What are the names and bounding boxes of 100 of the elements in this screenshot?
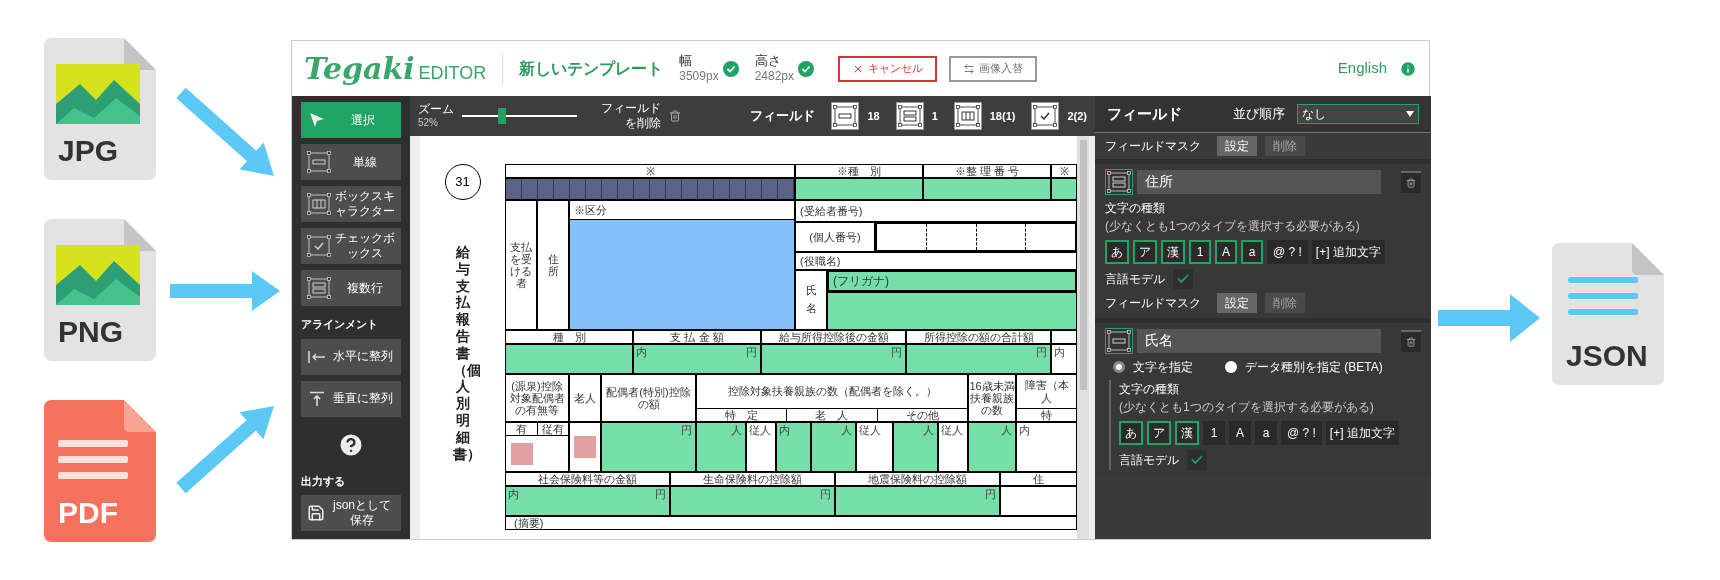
- form-label: 障害（本人: [1023, 378, 1070, 406]
- delete-field-button[interactable]: [1401, 330, 1421, 352]
- trash-icon: [1406, 178, 1416, 188]
- add-chars-button[interactable]: [+] 追加文字: [1311, 240, 1385, 264]
- form-field[interactable]: 人: [696, 422, 746, 472]
- field-label: 言語モデル: [1105, 271, 1165, 288]
- form-field[interactable]: 人: [893, 422, 938, 472]
- remove-mask-button[interactable]: 削除: [1265, 293, 1305, 313]
- set-mask-button[interactable]: 設定: [1217, 293, 1257, 313]
- char-type-toggle[interactable]: ア: [1147, 421, 1171, 445]
- form-field[interactable]: [923, 178, 1051, 200]
- form-field[interactable]: 人: [811, 422, 856, 472]
- form-field[interactable]: 円: [761, 344, 906, 374]
- address-field[interactable]: [570, 219, 794, 329]
- hint-text: (少なくとも1つのタイプを選択する必要がある): [1119, 399, 1374, 416]
- unit-label: 内: [1054, 346, 1065, 359]
- language-model-checkbox[interactable]: [1173, 269, 1193, 289]
- trash-icon: [1406, 337, 1416, 347]
- mode-radio[interactable]: データ種別を指定 (BETA): [1225, 358, 1383, 376]
- dimension-label: 高さ: [754, 52, 782, 70]
- language-model-checkbox[interactable]: [1187, 450, 1207, 470]
- form-label: 社会保険料等の金額: [538, 472, 637, 486]
- delete-field-button[interactable]: [1401, 171, 1421, 193]
- field-name-input[interactable]: 氏名: [1137, 329, 1381, 353]
- multiline-text-icon: [897, 105, 922, 127]
- unit-label: 円: [681, 424, 692, 437]
- char-type-toggle[interactable]: あ: [1105, 240, 1129, 264]
- tool-button[interactable]: ボックスキャラクター: [301, 186, 401, 222]
- zoom-slider[interactable]: [462, 108, 577, 124]
- form-label: 支 払 金 額: [670, 330, 724, 344]
- char-type-toggle[interactable]: 漢: [1175, 421, 1199, 445]
- field-label: フィールドマスク: [1105, 138, 1202, 155]
- form-field[interactable]: 人: [968, 422, 1016, 472]
- form-field[interactable]: [1051, 178, 1077, 200]
- dimension-label: 幅: [679, 52, 694, 70]
- image-file-icon: [44, 219, 156, 361]
- info-icon[interactable]: [1399, 59, 1417, 78]
- trash-icon[interactable]: [669, 110, 681, 122]
- check-circle-icon: [798, 60, 814, 77]
- form-label: 配偶者(特別)控除の額: [605, 385, 692, 411]
- form-field[interactable]: 円: [601, 422, 696, 472]
- file-type-label: JSON: [1566, 341, 1648, 371]
- form-field[interactable]: 円: [906, 344, 1051, 374]
- form-field[interactable]: 内: [776, 422, 811, 472]
- delete-fields-label[interactable]: フィールドを削除: [597, 101, 661, 131]
- unit-label: 内: [779, 424, 790, 437]
- form-field[interactable]: 内 円: [633, 344, 761, 374]
- zoom-value: 52%: [418, 117, 439, 130]
- char-type-toggle[interactable]: A: [1229, 421, 1251, 445]
- field-count: 18: [867, 108, 880, 124]
- section-title: アラインメント: [301, 317, 379, 332]
- form-label: (受給者番号): [800, 204, 863, 218]
- unit-label: 内: [636, 346, 647, 359]
- dimension-value: 2482px: [754, 69, 794, 85]
- form-field[interactable]: 円: [835, 486, 1000, 516]
- add-chars-button[interactable]: [+] 追加文字: [1325, 421, 1399, 445]
- form-field[interactable]: 円: [670, 486, 835, 516]
- file-type-label: PDF: [58, 498, 118, 528]
- form-field[interactable]: [505, 344, 633, 374]
- form-field[interactable]: 内 円: [505, 486, 670, 516]
- unit-label: 円: [891, 346, 902, 359]
- save-json-button[interactable]: jsonとして保存: [301, 495, 401, 531]
- cancel-button[interactable]: キャンセル: [838, 55, 937, 82]
- grid-box-icon: [307, 193, 331, 215]
- replace-image-button[interactable]: 画像入替: [949, 55, 1037, 82]
- char-type-toggle[interactable]: 1: [1189, 240, 1211, 264]
- unit-label: 人: [731, 424, 742, 437]
- field-name-input[interactable]: 住所: [1137, 170, 1381, 194]
- field-count: 2(2): [1067, 108, 1087, 124]
- form-label: 支払を受ける者: [509, 240, 533, 290]
- char-type-toggle[interactable]: @ ? !: [1281, 421, 1322, 445]
- form-field[interactable]: [827, 292, 1077, 330]
- char-type-toggle[interactable]: @ ? !: [1267, 240, 1308, 264]
- remove-mask-button[interactable]: 削除: [1265, 136, 1305, 156]
- char-type-toggle[interactable]: ア: [1133, 240, 1157, 264]
- char-type-toggle[interactable]: 漢: [1161, 240, 1185, 264]
- mode-radio[interactable]: 文字を指定: [1113, 358, 1193, 376]
- tool-button[interactable]: 単線: [301, 144, 401, 180]
- char-type-toggle[interactable]: a: [1255, 421, 1277, 445]
- form-field[interactable]: [795, 178, 923, 200]
- char-type-toggle[interactable]: a: [1241, 240, 1263, 264]
- char-type-toggle[interactable]: あ: [1119, 421, 1143, 445]
- align-button[interactable]: 水平に整列: [301, 338, 401, 375]
- unit-label: 円: [985, 488, 996, 501]
- furigana-field[interactable]: (フリガナ): [827, 270, 1077, 292]
- panel-title: フィールド: [1107, 103, 1182, 124]
- sort-select[interactable]: なし: [1297, 104, 1419, 124]
- char-type-toggle[interactable]: 1: [1203, 421, 1225, 445]
- language-link[interactable]: English: [1337, 57, 1387, 80]
- check-icon: [1190, 453, 1204, 467]
- align-button[interactable]: 垂直に整列: [301, 380, 401, 417]
- tool-button[interactable]: チェックボックス: [301, 228, 401, 264]
- tool-button[interactable]: 複数行: [301, 270, 401, 306]
- unit-label: 人: [923, 424, 934, 437]
- multiline-text-icon: [1107, 171, 1131, 193]
- form-label: 老 人: [787, 409, 878, 421]
- set-mask-button[interactable]: 設定: [1217, 136, 1257, 156]
- form-label: 氏名: [805, 283, 817, 316]
- char-type-toggle[interactable]: A: [1215, 240, 1237, 264]
- form-label: 地震保険料の控除額: [868, 472, 967, 486]
